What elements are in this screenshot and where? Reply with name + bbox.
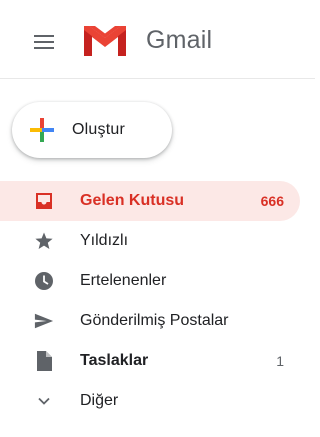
main-menu-button[interactable]	[30, 27, 60, 57]
compose-button[interactable]: Oluştur	[12, 102, 172, 158]
sidebar-item-label: Diğer	[80, 392, 119, 409]
gmail-logo-text: Gmail	[146, 25, 213, 54]
send-icon	[34, 311, 54, 331]
sidebar-item-label: Ertelenenler	[80, 272, 167, 289]
compose-label: Oluştur	[72, 121, 125, 138]
sidebar-item-starred[interactable]: Yıldızlı	[0, 221, 300, 261]
sidebar-item-sent[interactable]: Gönderilmiş Postalar	[0, 301, 300, 341]
app-header: Gmail	[0, 0, 315, 79]
sidebar-item-inbox[interactable]: Gelen Kutusu 666	[0, 181, 300, 221]
sidebar-item-snoozed[interactable]: Ertelenenler	[0, 261, 300, 301]
draft-count: 1	[276, 353, 284, 369]
sidebar-item-label: Taslaklar	[80, 352, 149, 369]
sidebar-item-label: Gönderilmiş Postalar	[80, 312, 229, 329]
inbox-icon	[34, 191, 54, 211]
clock-icon	[34, 271, 54, 291]
sidebar-item-drafts[interactable]: Taslaklar 1	[0, 341, 300, 381]
star-icon	[34, 231, 54, 251]
unread-count: 666	[260, 193, 284, 209]
chevron-down-icon	[34, 391, 54, 411]
gmail-m-icon	[84, 26, 126, 56]
draft-icon	[34, 351, 54, 371]
sidebar-item-more[interactable]: Diğer	[0, 381, 300, 421]
menu-icon	[34, 35, 54, 37]
sidebar-nav: Gelen Kutusu 666 Yıldızlı Ertelenenler G…	[0, 181, 315, 421]
gmail-logo[interactable]: Gmail	[81, 22, 212, 58]
sidebar-item-label: Gelen Kutusu	[80, 192, 185, 209]
sidebar-item-label: Yıldızlı	[80, 232, 129, 249]
plus-icon	[30, 118, 54, 142]
